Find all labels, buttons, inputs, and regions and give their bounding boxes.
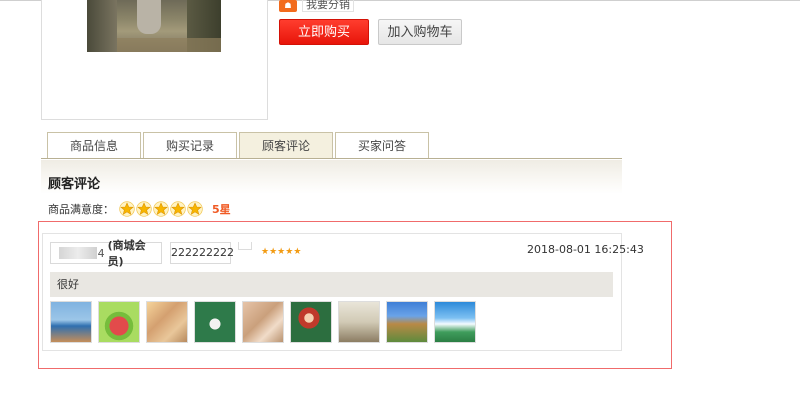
- satisfaction-value: 5星: [212, 203, 231, 216]
- tab-purchase-records[interactable]: 购买记录: [143, 132, 237, 159]
- tabs-divider: [41, 158, 622, 159]
- review-image-thumbnail[interactable]: [146, 301, 188, 343]
- product-photo[interactable]: [87, 0, 221, 52]
- tab-customer-reviews[interactable]: 顾客评论: [239, 132, 333, 159]
- rating-star-icon: ★: [269, 247, 278, 257]
- tab-product-info[interactable]: 商品信息: [47, 132, 141, 159]
- reviewer-level: (商城会员): [107, 239, 146, 268]
- review-image-thumbnail[interactable]: [242, 301, 284, 343]
- review-image-thumbnail[interactable]: [194, 301, 236, 343]
- review-image-thumbnail[interactable]: [338, 301, 380, 343]
- share-icon: ☗: [279, 0, 297, 12]
- reviewer-badge: [238, 242, 252, 250]
- review-image-thumbnail[interactable]: [98, 301, 140, 343]
- share-link[interactable]: ☗ 我要分销: [279, 0, 354, 12]
- tab-bar: 商品信息 购买记录 顾客评论 买家问答: [47, 132, 431, 159]
- reviewer-id: 222222222: [170, 242, 234, 264]
- share-label: 我要分销: [302, 0, 354, 12]
- section-header-bg: [41, 160, 622, 194]
- review-image-thumbnail[interactable]: [290, 301, 332, 343]
- review-image-thumbnail[interactable]: [50, 301, 92, 343]
- reviewer-name-redacted: [59, 247, 97, 259]
- review-text: 很好: [50, 272, 613, 297]
- satisfaction-star-icon: [170, 201, 186, 217]
- product-image-frame: [41, 0, 268, 120]
- rating-star-icon: ★: [285, 247, 294, 257]
- rating-star-icon: ★: [277, 247, 286, 257]
- satisfaction-star-icon: [153, 201, 169, 217]
- add-to-cart-button[interactable]: 加入购物车: [378, 19, 462, 45]
- rating-star-icon: ★: [293, 247, 302, 257]
- section-title: 顾客评论: [48, 177, 101, 192]
- rating-star-icon: ★: [261, 247, 270, 257]
- satisfaction-star-icon: [136, 201, 152, 217]
- satisfaction-row: 商品满意度： 5星: [48, 201, 231, 217]
- buy-now-button[interactable]: 立即购买: [279, 19, 369, 45]
- review-images: [50, 301, 482, 343]
- satisfaction-label: 商品满意度：: [48, 203, 114, 216]
- tab-buyer-qa[interactable]: 买家问答: [335, 132, 429, 159]
- review-image-thumbnail[interactable]: [386, 301, 428, 343]
- satisfaction-star-icon: [187, 201, 203, 217]
- reviewer-tag: 4 (商城会员): [50, 239, 162, 268]
- review-image-thumbnail[interactable]: [434, 301, 476, 343]
- reviewer-name: 4: [97, 246, 105, 260]
- review-rating-stars: ★ ★ ★ ★ ★: [261, 248, 301, 257]
- review-timestamp: 2018-08-01 16:25:43: [527, 243, 644, 256]
- satisfaction-star-icon: [119, 201, 135, 217]
- satisfaction-stars: [119, 201, 204, 217]
